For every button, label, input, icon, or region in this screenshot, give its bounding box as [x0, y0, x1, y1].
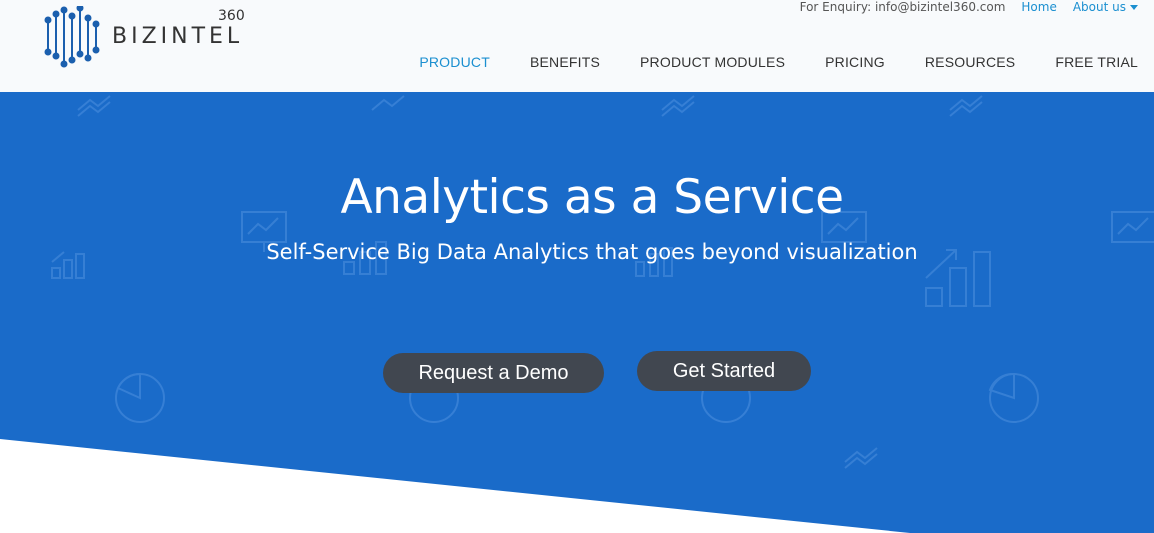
enquiry-text: For Enquiry: info@bizintel360.com — [799, 0, 1006, 14]
hero-section: Analytics as a Service Self-Service Big … — [0, 92, 1154, 533]
hero-subtitle: Self-Service Big Data Analytics that goe… — [266, 240, 918, 264]
brand-name: BIZINTEL — [112, 24, 244, 49]
hero-title: Analytics as a Service — [340, 170, 844, 225]
site-header: For Enquiry: info@bizintel360.com Home A… — [0, 0, 1154, 92]
top-bar: For Enquiry: info@bizintel360.com Home A… — [800, 0, 1138, 14]
get-started-button[interactable]: Get Started — [637, 351, 811, 391]
about-us-dropdown[interactable]: About us — [1073, 0, 1138, 14]
bar-chart-icon — [51, 267, 61, 279]
request-demo-button[interactable]: Request a Demo — [383, 353, 604, 393]
nav-item-resources[interactable]: RESOURCES — [925, 54, 1015, 70]
brand-superscript: 360 — [218, 8, 245, 24]
nav-item-benefits[interactable]: BENEFITS — [530, 54, 600, 70]
about-us-label: About us — [1072, 0, 1126, 14]
nav-item-pricing[interactable]: PRICING — [825, 54, 885, 70]
background-pattern — [51, 95, 1154, 469]
nav-item-product-modules[interactable]: PRODUCT MODULES — [640, 54, 785, 70]
bar-chart-icon — [925, 287, 943, 307]
bar-chart-icon — [635, 261, 645, 277]
caret-down-icon — [1130, 4, 1138, 10]
chart-trend-icon — [371, 95, 405, 111]
nav-item-free-trial[interactable]: FREE TRIAL — [1055, 54, 1138, 70]
home-link[interactable]: Home — [1021, 0, 1056, 14]
nav-item-product[interactable]: PRODUCT — [419, 54, 490, 70]
logo-icon — [44, 6, 100, 68]
main-nav: PRODUCT BENEFITS PRODUCT MODULES PRICING… — [419, 54, 1138, 70]
logo[interactable]: BIZINTEL 360 — [44, 6, 254, 70]
